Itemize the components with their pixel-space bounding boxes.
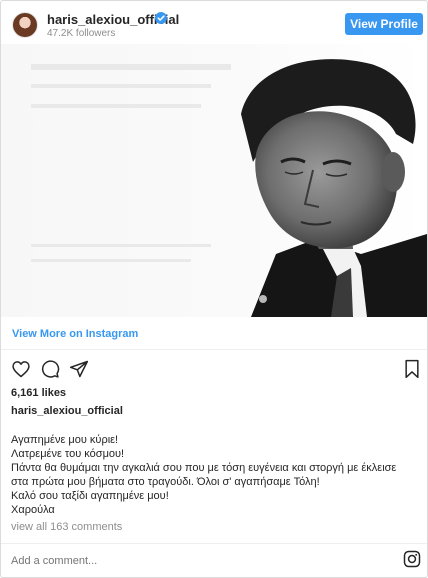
view-all-comments-link[interactable]: view all 163 comments [11,521,122,533]
portrait-photo [1,44,427,317]
followers-count: 47.2K followers [47,28,116,39]
bookmark-icon[interactable] [403,359,421,379]
caption-line: Λατρεμένε του κόσμου! [11,448,125,460]
heart-icon[interactable] [11,359,31,379]
post-header: haris_alexiou_official 47.2K followers V… [1,1,427,45]
share-icon[interactable] [69,359,89,379]
instagram-icon[interactable] [403,550,421,568]
divider [1,349,427,350]
caption-text: Αγαπημένε μου κύριε! Λατρεμένε του κόσμο… [11,433,421,517]
instagram-embed: haris_alexiou_official 47.2K followers V… [0,0,428,578]
caption-line: Αγαπημένε μου κύριε! [11,434,119,446]
caption-line: στα πρώτα μου βήματα στο τραγούδι. Όλοι … [11,476,320,488]
view-profile-button[interactable]: View Profile [345,13,423,35]
verified-badge-icon [155,12,167,24]
caption-line: Πάντα θα θυμάμαι την αγκαλιά σου που με … [11,462,397,474]
post-photo[interactable] [1,44,427,317]
caption-line: Καλό σου ταξίδι αγαπημένε μου! [11,490,169,502]
view-more-on-instagram-link[interactable]: View More on Instagram [12,328,138,340]
caption-username[interactable]: haris_alexiou_official [11,405,123,417]
comment-icon[interactable] [40,359,60,379]
add-comment-input[interactable] [11,555,391,567]
likes-count[interactable]: 6,161 likes [11,387,66,399]
divider [1,543,427,544]
caption-line: Χαρούλα [11,504,55,516]
avatar[interactable] [12,12,38,38]
